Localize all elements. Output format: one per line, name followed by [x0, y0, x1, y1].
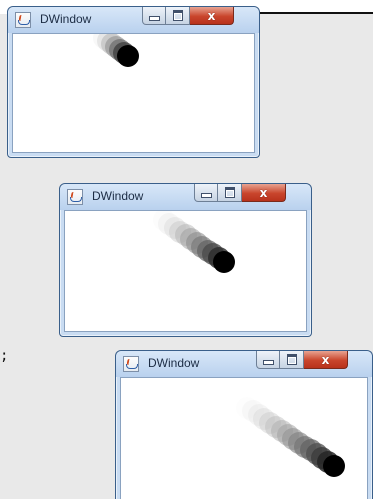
- window-controls: x: [194, 184, 286, 202]
- window-controls: x: [142, 7, 234, 25]
- code-fragment: ;: [0, 348, 9, 364]
- close-button[interactable]: x: [242, 184, 286, 202]
- close-icon: x: [207, 8, 216, 23]
- maximize-icon: [172, 10, 183, 21]
- close-icon: x: [259, 185, 268, 200]
- minimize-button[interactable]: [256, 351, 280, 369]
- window-title: DWindow: [92, 189, 144, 203]
- maximize-button[interactable]: [166, 7, 190, 25]
- maximize-icon: [224, 187, 235, 198]
- minimize-icon: [148, 16, 160, 21]
- close-button[interactable]: x: [190, 7, 234, 25]
- title-bar[interactable]: DWindow x: [116, 351, 372, 377]
- screenshot-canvas: ; DWindow x DWindow x DWindow x: [0, 0, 373, 499]
- moving-ball: [323, 455, 345, 477]
- dwindow-3[interactable]: DWindow x: [115, 350, 373, 499]
- animation-canvas: [12, 33, 255, 153]
- window-title: DWindow: [148, 356, 200, 370]
- minimize-button[interactable]: [142, 7, 166, 25]
- dwindow-2[interactable]: DWindow x: [59, 183, 312, 337]
- maximize-button[interactable]: [280, 351, 304, 369]
- minimize-button[interactable]: [194, 184, 218, 202]
- dwindow-1[interactable]: DWindow x: [7, 6, 260, 158]
- maximize-button[interactable]: [218, 184, 242, 202]
- minimize-icon: [200, 193, 212, 198]
- java-app-icon[interactable]: [123, 356, 139, 372]
- java-app-icon[interactable]: [67, 189, 83, 205]
- animation-canvas: [64, 210, 307, 332]
- close-button[interactable]: x: [304, 351, 348, 369]
- divider-line: [257, 12, 373, 14]
- java-app-icon[interactable]: [15, 12, 31, 28]
- animation-canvas: [120, 377, 368, 499]
- title-bar[interactable]: DWindow x: [60, 184, 311, 210]
- window-controls: x: [256, 351, 348, 369]
- window-title: DWindow: [40, 12, 92, 26]
- title-bar[interactable]: DWindow x: [8, 7, 259, 33]
- minimize-icon: [262, 360, 274, 365]
- moving-ball: [117, 45, 139, 67]
- maximize-icon: [286, 354, 297, 365]
- moving-ball: [213, 251, 235, 273]
- close-icon: x: [321, 352, 330, 367]
